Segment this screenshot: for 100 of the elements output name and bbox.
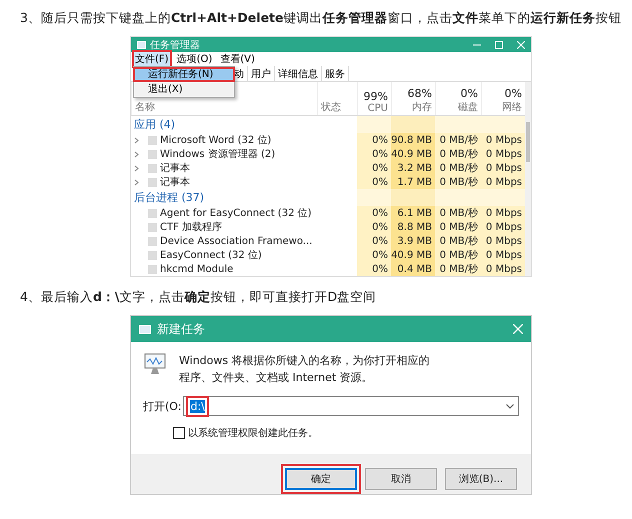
column-percent: 68% [408, 87, 432, 100]
app-icon [137, 40, 146, 48]
table-cell: 0% [372, 162, 388, 174]
table-cell-text: 0 MB/秒 [440, 176, 478, 189]
tab[interactable]: 动 [231, 66, 248, 81]
table-cell-text: 0 MB/秒 [440, 234, 478, 248]
table-cell: 0 Mbps [486, 162, 522, 174]
table-cell: 6.1 MB [397, 208, 432, 218]
close-icon[interactable] [513, 324, 523, 334]
table-cell-text: 0 MB/秒 [440, 148, 478, 161]
dialog-button[interactable]: 取消 [365, 468, 437, 490]
table-cell: 40.9 MB [391, 250, 432, 260]
heat-cell [481, 189, 525, 206]
description-text: Windows 将根据你所键入的名称，为你打开相应的程序、文件夹、文档或 Internet 资源。 [179, 353, 431, 386]
table-cell: 0.4 MB [397, 264, 432, 274]
table-cell: 3.2 MB [397, 162, 432, 174]
process-name[interactable]: 记事本 [160, 175, 190, 189]
process-name[interactable]: Device Association Framewo... [160, 236, 312, 246]
process-row[interactable]: EasyConnect (32 位) 0% 40.9 MB 0 MB/秒 0 Mbps [131, 248, 525, 262]
column-percent: 99% [364, 90, 388, 103]
column-header[interactable]: 名称 [135, 100, 155, 114]
column-header[interactable]: 磁盘 [458, 100, 478, 114]
process-name[interactable]: CTF 加载程序 [160, 220, 222, 234]
maximize-icon[interactable] [495, 40, 503, 48]
table-cell: 0 Mbps [486, 236, 522, 246]
dialog-button[interactable]: 浏览(B)... [445, 468, 517, 490]
process-row[interactable]: Windows 资源管理器 (2) 0% 40.9 MB 0 MB/秒 0 Mbps [131, 147, 525, 161]
menu-item[interactable]: 运行新任务(N) [134, 68, 234, 81]
table-cell: 0% [372, 222, 388, 232]
tab[interactable]: 详细信息 [275, 66, 322, 81]
tab[interactable]: 服务 [322, 66, 349, 81]
menu-item[interactable]: 选项(O) [176, 52, 214, 66]
column-header[interactable]: 网络 [502, 100, 522, 114]
column-header[interactable]: 状态 [321, 100, 341, 114]
process-name[interactable]: 记事本 [160, 161, 190, 175]
field-label: 打开(O: [143, 398, 182, 414]
table-cell-text: 0 MB/秒 [440, 248, 478, 262]
process-name[interactable]: EasyConnect (32 位) [160, 248, 262, 262]
table-cell: 0 Mbps [486, 222, 522, 232]
column-header[interactable]: 内存 [412, 100, 432, 114]
process-name[interactable]: hkcmd Module [160, 264, 234, 274]
process-row[interactable]: Agent for EasyConnect (32 位) 0% 6.1 MB 0 MB/秒 0 Mbps [131, 206, 525, 220]
close-icon[interactable] [517, 40, 525, 48]
table-cell-text: 0 MB/秒 [440, 220, 478, 234]
process-row[interactable]: CTF 加载程序 0% 8.8 MB 0 MB/秒 0 Mbps [131, 220, 525, 234]
input-field[interactable]: d:\ [183, 396, 519, 416]
heat-cell [357, 116, 391, 133]
group-title: 应用 (4) [133, 117, 176, 132]
process-name[interactable]: Microsoft Word (32 位) [160, 133, 272, 147]
column-percent: 0% [460, 87, 478, 100]
instruction-text: 3、随后只需按下键盘上的Ctrl+Alt+Delete键调出任务管理器窗口，点击文件菜单下的运行新任务按钮 [20, 9, 623, 27]
process-row[interactable]: Device Association Framewo... 0% 3.9 MB 0 MB/秒 0 Mbps [131, 234, 525, 248]
table-cell: 0% [372, 134, 388, 146]
heat-cell [391, 116, 435, 133]
group-title: 后台进程 (37) [133, 190, 206, 205]
window-title: 新建任务 [157, 320, 206, 338]
dialog-button[interactable]: 确定 [285, 468, 357, 490]
column-percent: 0% [504, 87, 522, 100]
process-name[interactable]: Agent for EasyConnect (32 位) [160, 206, 312, 220]
table-cell: 0 Mbps [486, 264, 522, 274]
process-name[interactable]: Windows 资源管理器 (2) [160, 147, 276, 161]
table-cell: 3.9 MB [397, 236, 432, 246]
scrollbar[interactable] [525, 82, 531, 276]
table-cell: 0 Mbps [486, 134, 522, 146]
checkbox[interactable] [173, 427, 185, 439]
table-cell: 0% [372, 148, 388, 160]
table-cell: 0 Mbps [486, 250, 522, 260]
table-cell: 0% [372, 176, 388, 188]
menu-item[interactable]: 退出(X) [134, 83, 234, 96]
table-cell: 1.7 MB [397, 176, 432, 188]
heat-cell [391, 189, 435, 206]
column-header[interactable]: CPU [368, 103, 388, 114]
process-row[interactable]: 记事本 0% 1.7 MB 0 MB/秒 0 Mbps [131, 175, 525, 189]
heat-cell [435, 116, 481, 133]
table-cell: 90.8 MB [391, 134, 432, 146]
table-cell: 8.8 MB [397, 222, 432, 232]
table-cell: 0% [372, 208, 388, 218]
process-row[interactable]: Microsoft Word (32 位) 0% 90.8 MB 0 MB/秒 0 Mbps [131, 133, 525, 147]
table-cell-text: 0 MB/秒 [440, 134, 478, 147]
tab[interactable]: 用户 [248, 66, 275, 81]
app-icon [139, 324, 151, 334]
window-title: 任务管理器 [150, 38, 201, 52]
heat-cell [357, 189, 391, 206]
table-cell: 0 Mbps [486, 148, 522, 160]
input-value: d:\ [190, 400, 205, 412]
monitor-icon [143, 352, 167, 376]
heat-cell [481, 116, 525, 133]
menu-item[interactable]: 查看(V) [219, 52, 256, 66]
table-cell-text: 0 MB/秒 [440, 162, 478, 175]
menu-item[interactable]: 文件(F) [134, 52, 170, 66]
process-row[interactable]: hkcmd Module 0% 0.4 MB 0 MB/秒 0 Mbps [131, 262, 525, 276]
table-cell: 0% [372, 264, 388, 274]
table-cell: 0% [372, 236, 388, 246]
checkbox-label[interactable]: 以系统管理权限创建此任务。 [188, 426, 318, 440]
instruction-text: 4、最后输入d：\文字，点击确定按钮，即可直接打开D盘空间 [20, 288, 378, 306]
process-row[interactable]: 记事本 0% 3.2 MB 0 MB/秒 0 Mbps [131, 161, 525, 175]
table-cell: 40.9 MB [391, 148, 432, 160]
heat-cell [435, 189, 481, 206]
table-cell: 0 Mbps [486, 208, 522, 218]
table-cell-text: 0 MB/秒 [440, 262, 478, 276]
